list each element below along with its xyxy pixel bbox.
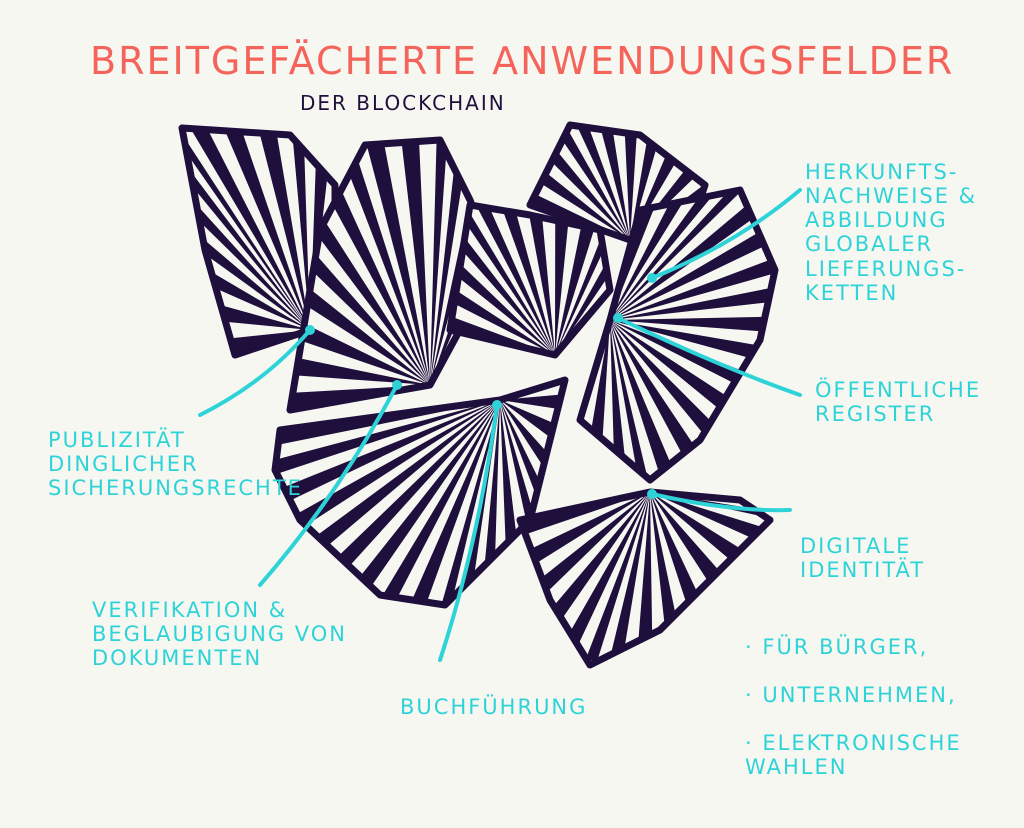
label-oeffentliche-register: ÖFFENTLICHE REGISTER: [815, 378, 982, 427]
connector-dot: [647, 489, 657, 499]
identitaet-item: UNTERNEHMEN,: [745, 683, 962, 707]
label-publizitaet: PUBLIZITÄT DINGLICHER SICHERUNGSRECHTE: [48, 428, 303, 501]
label-digitale-identitaet: DIGITALE IDENTITÄT FÜR BÜRGER, UNTERNEHM…: [745, 510, 962, 828]
connector-dot: [392, 380, 402, 390]
label-verifikation: VERIFIKATION & BEGLAUBIGUNG VON DOKUMENT…: [92, 598, 348, 671]
identitaet-heading: DIGITALE IDENTITÄT: [800, 534, 926, 583]
identitaet-item: FÜR BÜRGER,: [745, 635, 962, 659]
label-herkunftsnachweise: HERKUNFTS- NACHWEISE & ABBILDUNG GLOBALE…: [805, 160, 978, 305]
connector-dot: [492, 400, 502, 410]
identitaet-item: ELEKTRONISCHE WAHLEN: [745, 731, 962, 779]
label-buchfuehrung: BUCHFÜHRUNG: [400, 695, 588, 719]
connector-dot: [647, 273, 657, 283]
connector-dot: [305, 325, 315, 335]
identitaet-list: FÜR BÜRGER, UNTERNEHMEN, ELEKTRONISCHE W…: [745, 611, 962, 804]
connector-dot: [613, 313, 623, 323]
